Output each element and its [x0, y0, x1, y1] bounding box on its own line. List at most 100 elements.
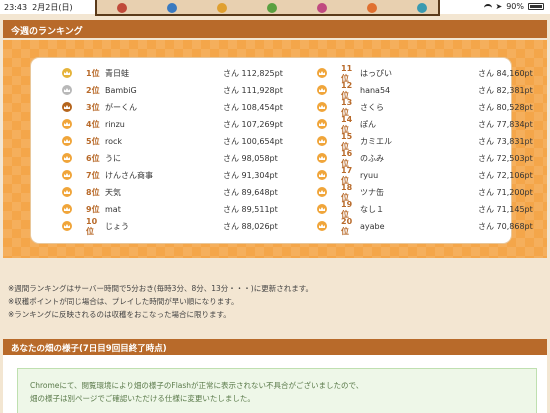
score-value: 71,145pt: [496, 205, 533, 214]
player-name-link[interactable]: rinzu: [105, 120, 125, 129]
score-prefix: さん: [223, 222, 239, 231]
score-prefix: さん: [478, 69, 494, 78]
crown-icon: [317, 136, 327, 146]
crown-icon: [62, 170, 72, 180]
ranking-header: 今週のランキング: [3, 20, 547, 38]
ranking-row: 2位 BambiG さん 111,928pt: [61, 83, 283, 98]
crown-icon: [317, 153, 327, 163]
score-prefix: さん: [223, 137, 239, 146]
score-prefix: さん: [223, 205, 239, 214]
score-text: さん 72,503pt: [478, 153, 533, 164]
score-text: さん 107,269pt: [223, 119, 283, 130]
ranking-row: 10位 じょう さん 88,026pt: [61, 216, 278, 236]
ranking-row: 3位 がーくん さん 108,454pt: [61, 100, 283, 115]
ranking-row: 17位 ryuu さん 72,106pt: [316, 166, 533, 185]
rank-label: 7位: [86, 171, 100, 180]
score-prefix: さん: [478, 137, 494, 146]
score-prefix: さん: [223, 103, 239, 112]
rank-label: 5位: [86, 137, 100, 146]
rank-label: 10位: [86, 216, 98, 236]
player-name-link[interactable]: ツナ缶: [360, 187, 384, 198]
score-text: さん 100,654pt: [223, 136, 283, 147]
player-name-link[interactable]: のふみ: [360, 153, 384, 164]
player-name-link[interactable]: 青日蛙: [105, 68, 129, 79]
score-value: 111,928pt: [241, 86, 283, 95]
player-name-link[interactable]: がーくん: [105, 102, 137, 113]
player-name-link[interactable]: ぽん: [360, 119, 376, 130]
score-prefix: さん: [223, 69, 239, 78]
rank-label: 20位: [341, 216, 353, 236]
ranking-list: 1位 青日蛙 さん 112,825pt 2位 BambiG さん 111,928pt 3位が…: [31, 58, 533, 243]
score-value: 91,304pt: [241, 171, 278, 180]
ranking-row: 13位 さくら さん 80,528pt: [316, 98, 533, 117]
score-prefix: さん: [223, 171, 239, 180]
score-value: 73,831pt: [496, 137, 533, 146]
player-name-link[interactable]: 天気: [105, 187, 121, 198]
score-value: 82,381pt: [496, 86, 533, 95]
score-value: 77,834pt: [496, 120, 533, 129]
note-line: ※週間ランキングはサーバー時間で5分おき(毎時3分、8分、13分・・・)に更新さ…: [8, 284, 313, 293]
player-name-link[interactable]: はっぴい: [360, 68, 392, 79]
player-name-link[interactable]: カミエル: [360, 136, 392, 147]
score-text: さん 111,928pt: [223, 85, 283, 96]
crown-icon: [62, 85, 72, 95]
crown-icon: [62, 187, 72, 197]
player-name-link[interactable]: BambiG: [105, 86, 137, 95]
battery-icon: [528, 3, 544, 10]
score-text: さん 82,381pt: [478, 85, 533, 96]
crown-icon: [62, 204, 72, 214]
score-prefix: さん: [478, 188, 494, 197]
score-value: 98,058pt: [241, 154, 278, 163]
farm-notice-line: Chromeにて、閲覧環境により畑の様子のFlashが正常に表示されない不具合が…: [30, 381, 364, 390]
score-prefix: さん: [223, 120, 239, 129]
score-text: さん 80,528pt: [478, 102, 533, 113]
ranking-row: 15位 カミエル さん 73,831pt: [316, 132, 533, 151]
score-prefix: さん: [223, 86, 239, 95]
score-text: さん 112,825pt: [223, 68, 283, 79]
crown-icon: [62, 68, 72, 78]
player-name-link[interactable]: ryuu: [360, 171, 378, 180]
player-name-link[interactable]: さくら: [360, 102, 384, 113]
crown-icon: [62, 136, 72, 146]
score-prefix: さん: [223, 154, 239, 163]
score-value: 108,454pt: [241, 103, 283, 112]
ranking-row: 11位 はっぴい さん 84,160pt: [316, 64, 533, 83]
location-icon: ➤: [495, 2, 503, 11]
top-banner-image: [95, 0, 440, 16]
player-name-link[interactable]: rock: [105, 137, 122, 146]
crown-icon: [317, 85, 327, 95]
player-name-link[interactable]: ayabe: [360, 222, 385, 231]
crown-icon: [62, 221, 72, 231]
ranking-row: 4位 rinzu さん 107,269pt: [61, 117, 283, 132]
crown-icon: [317, 170, 327, 180]
crown-icon: [317, 119, 327, 129]
ranking-row: 18位 ツナ缶 さん 71,200pt: [316, 183, 533, 202]
player-name-link[interactable]: じょう: [105, 221, 129, 232]
ranking-row: 14位 ぽん さん 77,834pt: [316, 115, 533, 134]
score-prefix: さん: [478, 103, 494, 112]
player-name-link[interactable]: うに: [105, 153, 121, 164]
rank-label: 3位: [86, 103, 100, 112]
player-name-link[interactable]: mat: [105, 205, 121, 214]
score-value: 72,106pt: [496, 171, 533, 180]
player-name-link[interactable]: hana54: [360, 86, 390, 95]
farm-panel: Chromeにて、閲覧環境により畑の様子のFlashが正常に表示されない不具合が…: [3, 355, 547, 413]
score-text: さん 108,454pt: [223, 102, 283, 113]
score-text: さん 70,868pt: [478, 221, 533, 232]
score-value: 112,825pt: [241, 69, 283, 78]
crown-icon: [317, 221, 327, 231]
score-text: さん 91,304pt: [223, 170, 278, 181]
player-name-link[interactable]: なし１: [360, 204, 384, 215]
rank-label: 4位: [86, 120, 100, 129]
score-text: さん 73,831pt: [478, 136, 533, 147]
score-prefix: さん: [478, 120, 494, 129]
player-name-link[interactable]: けんさん商事: [105, 170, 153, 181]
ranking-board: 1位 青日蛙 さん 112,825pt 2位 BambiG さん 111,928pt 3位が…: [3, 40, 547, 258]
note-line: ※ランキングに反映されるのは収穫をおこなった場合に限ります。: [8, 310, 231, 319]
score-value: 107,269pt: [241, 120, 283, 129]
farm-notice: Chromeにて、閲覧環境により畑の様子のFlashが正常に表示されない不具合が…: [17, 368, 537, 413]
score-text: さん 89,511pt: [223, 204, 278, 215]
ranking-row: 19位 なし１ さん 71,145pt: [316, 200, 533, 219]
ranking-row: 8位 天気 さん 89,648pt: [61, 185, 278, 200]
score-value: 84,160pt: [496, 69, 533, 78]
